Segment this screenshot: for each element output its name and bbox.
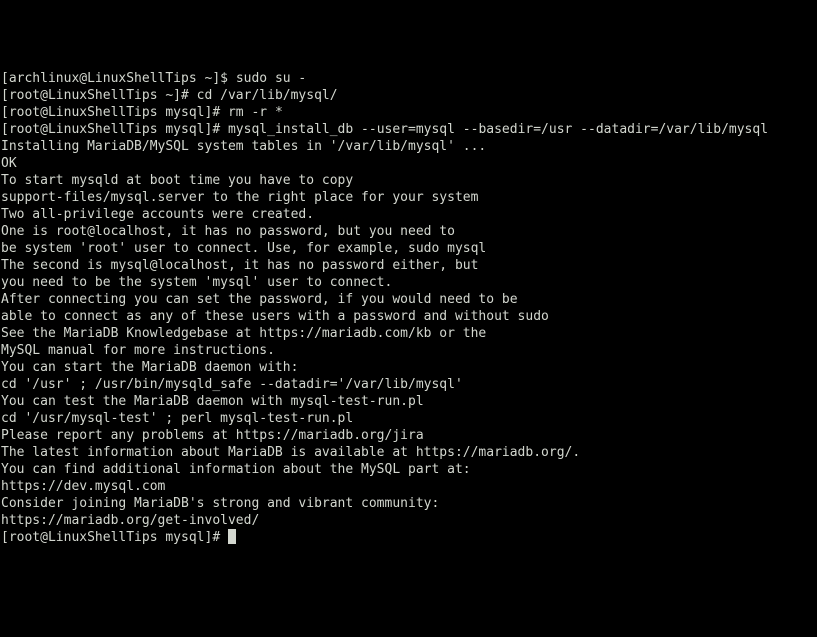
output-line: be system 'root' user to connect. Use, f… (1, 240, 816, 257)
output-line: Please report any problems at https://ma… (1, 427, 816, 444)
output-line: You can start the MariaDB daemon with: (1, 359, 816, 376)
command-text: sudo su - (236, 71, 306, 86)
command-line: [root@LinuxShellTips ~]# cd /var/lib/mys… (1, 87, 816, 104)
output-line: https://mariadb.org/get-involved/ (1, 512, 816, 529)
output-line: cd '/usr/mysql-test' ; perl mysql-test-r… (1, 410, 816, 427)
output-line: The second is mysql@localhost, it has no… (1, 257, 816, 274)
output-line: cd '/usr' ; /usr/bin/mysqld_safe --datad… (1, 376, 816, 393)
output-line: OK (1, 155, 816, 172)
shell-prompt: [root@LinuxShellTips mysql]# (1, 105, 228, 120)
shell-prompt: [root@LinuxShellTips mysql]# (1, 122, 228, 137)
command-text: mysql_install_db --user=mysql --basedir=… (228, 122, 768, 137)
output-line: support-files/mysql.server to the right … (1, 189, 816, 206)
output-line: You can find additional information abou… (1, 461, 816, 478)
command-text: cd /var/lib/mysql/ (197, 88, 338, 103)
command-line: [root@LinuxShellTips mysql]# rm -r * (1, 104, 816, 121)
output-line: MySQL manual for more instructions. (1, 342, 816, 359)
output-line: See the MariaDB Knowledgebase at https:/… (1, 325, 816, 342)
command-line[interactable]: [root@LinuxShellTips mysql]# (1, 529, 816, 546)
output-line: To start mysqld at boot time you have to… (1, 172, 816, 189)
output-line: You can test the MariaDB daemon with mys… (1, 393, 816, 410)
output-line: Two all-privilege accounts were created. (1, 206, 816, 223)
shell-prompt: [archlinux@LinuxShellTips ~]$ (1, 71, 236, 86)
output-line: The latest information about MariaDB is … (1, 444, 816, 461)
shell-prompt: [root@LinuxShellTips mysql]# (1, 530, 228, 545)
output-line: https://dev.mysql.com (1, 478, 816, 495)
command-text: rm -r * (228, 105, 283, 120)
cursor-block (228, 529, 236, 544)
output-line: you need to be the system 'mysql' user t… (1, 274, 816, 291)
terminal-output[interactable]: [archlinux@LinuxShellTips ~]$ sudo su -[… (1, 70, 816, 546)
output-line: One is root@localhost, it has no passwor… (1, 223, 816, 240)
output-line: able to connect as any of these users wi… (1, 308, 816, 325)
command-line: [archlinux@LinuxShellTips ~]$ sudo su - (1, 70, 816, 87)
shell-prompt: [root@LinuxShellTips ~]# (1, 88, 197, 103)
output-line: Consider joining MariaDB's strong and vi… (1, 495, 816, 512)
output-line: Installing MariaDB/MySQL system tables i… (1, 138, 816, 155)
output-line: After connecting you can set the passwor… (1, 291, 816, 308)
command-line: [root@LinuxShellTips mysql]# mysql_insta… (1, 121, 816, 138)
